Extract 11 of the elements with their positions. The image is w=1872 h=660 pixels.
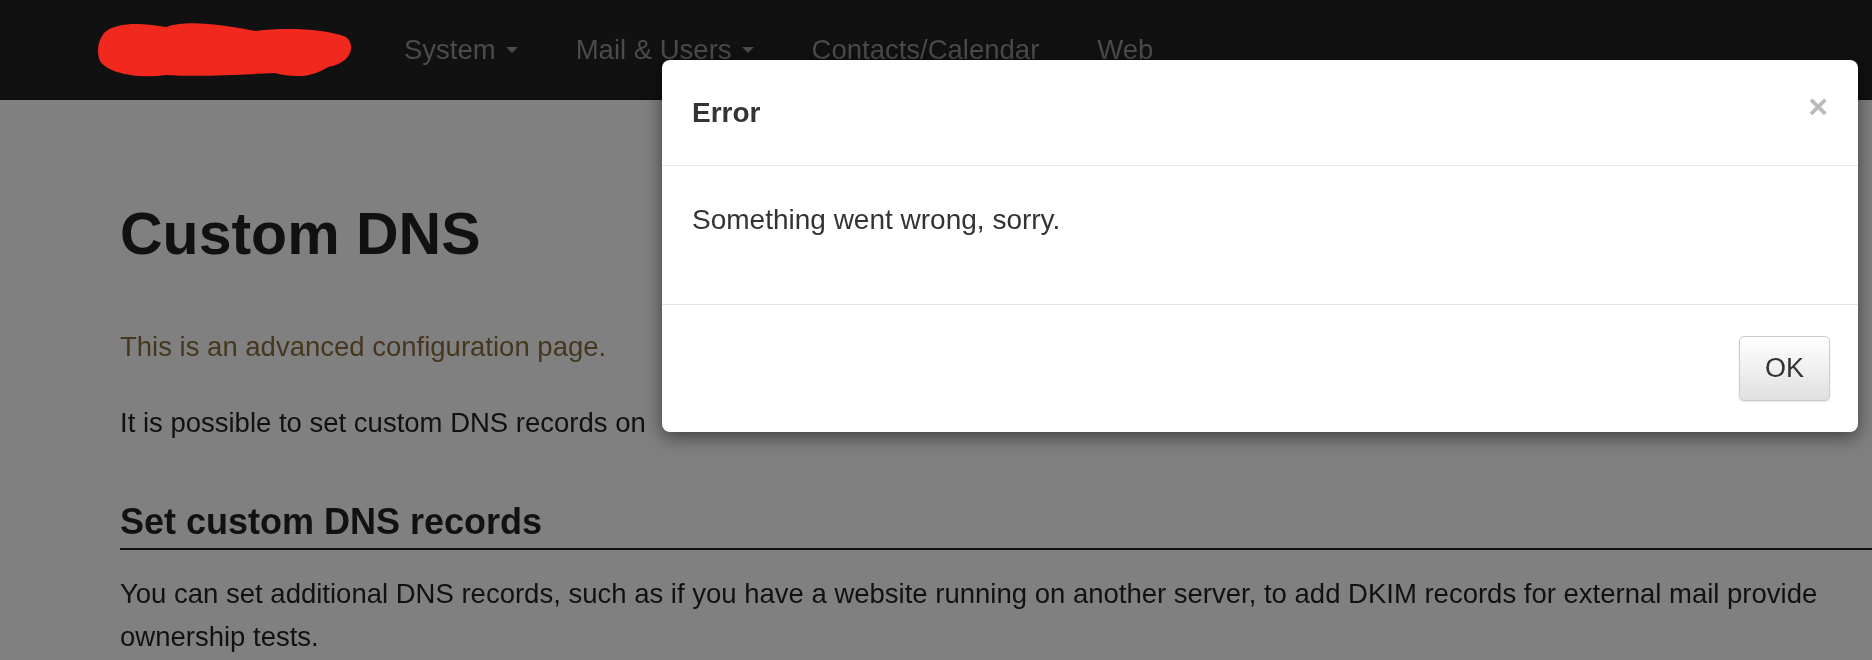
page-title: Custom DNS <box>120 202 481 267</box>
close-button[interactable]: × <box>1808 88 1828 123</box>
intro-text: It is possible to set custom DNS records on <box>120 406 646 440</box>
notice-text: This is an advanced configuration page. <box>120 330 607 364</box>
dialog-title: Error <box>692 96 761 129</box>
ok-button[interactable]: OK <box>1739 336 1830 401</box>
nav-link[interactable]: System <box>404 33 518 66</box>
section-title: Set custom DNS records <box>120 500 543 543</box>
nav-link[interactable]: Mail & Users <box>575 33 754 66</box>
error-message: Something went wrong, sorry. <box>692 204 1061 235</box>
section-paragraph: You can set additional DNS records, such as if you have a website running on another server, to add DKIM records for external mail provide ownership tests. <box>120 577 1818 654</box>
